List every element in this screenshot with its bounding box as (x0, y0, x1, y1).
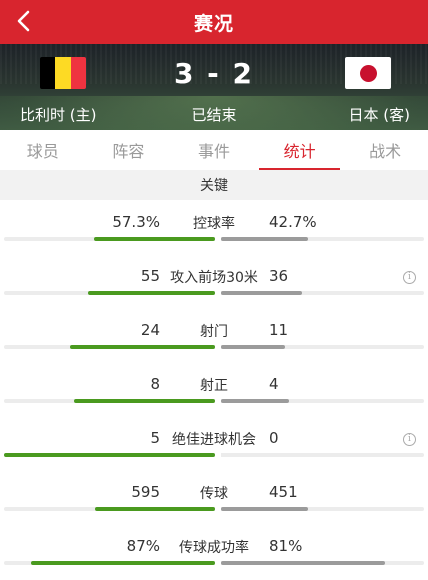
stat-row: 87% 传球成功率 81% (0, 524, 428, 578)
away-bar-track (221, 237, 424, 241)
stats-list: 57.3% 控球率 42.7% 55 攻入前场30米 36 i 24 射门 11 8 射正 4 5 绝佳进球… (0, 200, 428, 578)
away-flag (345, 57, 391, 89)
section-header-key: 关键 (0, 170, 428, 200)
home-bar-track (4, 507, 215, 511)
match-screen: 赛况 3 - 2 比利时 (主) 已结束 日本 (客) 球员 阵容 事件 统计 … (0, 0, 428, 580)
tab-lineup[interactable]: 阵容 (86, 130, 172, 170)
stat-row: 5 绝佳进球机会 0 i (0, 416, 428, 470)
tab-players[interactable]: 球员 (0, 130, 86, 170)
stat-label: 传球成功率 (179, 540, 249, 556)
home-bar-fill (74, 399, 215, 403)
away-stat-value: 4 (269, 375, 279, 393)
stat-row: 595 传球 451 (0, 470, 428, 524)
home-bar-fill (94, 237, 215, 241)
stat-row: 55 攻入前场30米 36 i (0, 254, 428, 308)
away-bar-fill (221, 291, 302, 295)
page-title: 赛况 (193, 12, 234, 35)
away-stat-value: 42.7% (269, 213, 317, 231)
tab-tactics[interactable]: 战术 (342, 130, 428, 170)
away-stat-value: 451 (269, 483, 298, 501)
stat-label: 控球率 (193, 216, 235, 232)
away-stat-value: 36 (269, 267, 289, 285)
tab-stats[interactable]: 统计 (257, 130, 343, 170)
stat-label: 射门 (200, 324, 228, 340)
home-bar-track (4, 399, 215, 403)
stat-label: 传球 (200, 486, 228, 502)
away-bar-fill (221, 507, 308, 511)
away-bar-fill (221, 561, 385, 565)
away-stat-value: 81% (269, 537, 303, 555)
tab-bar: 球员 阵容 事件 统计 战术 (0, 130, 428, 170)
away-bar-track (221, 561, 424, 565)
home-bar-track (4, 345, 215, 349)
tab-events[interactable]: 事件 (171, 130, 257, 170)
home-bar-fill (4, 453, 215, 457)
chevron-left-icon (17, 10, 30, 32)
stat-row: 57.3% 控球率 42.7% (0, 200, 428, 254)
away-team-name[interactable]: 日本 (客) (349, 104, 410, 125)
back-button[interactable] (8, 6, 38, 36)
away-bar-track (221, 399, 424, 403)
top-bar: 赛况 (0, 0, 428, 44)
home-bar-fill (70, 345, 215, 349)
stat-row: 24 射门 11 (0, 308, 428, 362)
info-icon[interactable]: i (403, 433, 416, 446)
away-stat-value: 11 (269, 321, 289, 339)
home-bar-fill (31, 561, 215, 565)
info-icon[interactable]: i (403, 271, 416, 284)
away-bar-fill (221, 345, 285, 349)
away-bar-fill (221, 237, 308, 241)
home-bar-track (4, 237, 215, 241)
away-bar-track (221, 453, 424, 457)
home-bar-track (4, 291, 215, 295)
away-bar-fill (221, 399, 289, 403)
match-banner: 3 - 2 比利时 (主) 已结束 日本 (客) (0, 44, 428, 130)
away-bar-track (221, 345, 424, 349)
away-stat-value: 0 (269, 429, 279, 447)
home-bar-fill (95, 507, 215, 511)
away-flag-circle (359, 64, 377, 82)
home-bar-track (4, 453, 215, 457)
stat-label: 射正 (200, 378, 228, 394)
stat-row: 8 射正 4 (0, 362, 428, 416)
home-bar-track (4, 561, 215, 565)
stat-label: 攻入前场30米 (170, 270, 258, 286)
away-bar-track (221, 507, 424, 511)
home-bar-fill (88, 291, 215, 295)
stat-label: 绝佳进球机会 (172, 432, 256, 448)
away-bar-track (221, 291, 424, 295)
